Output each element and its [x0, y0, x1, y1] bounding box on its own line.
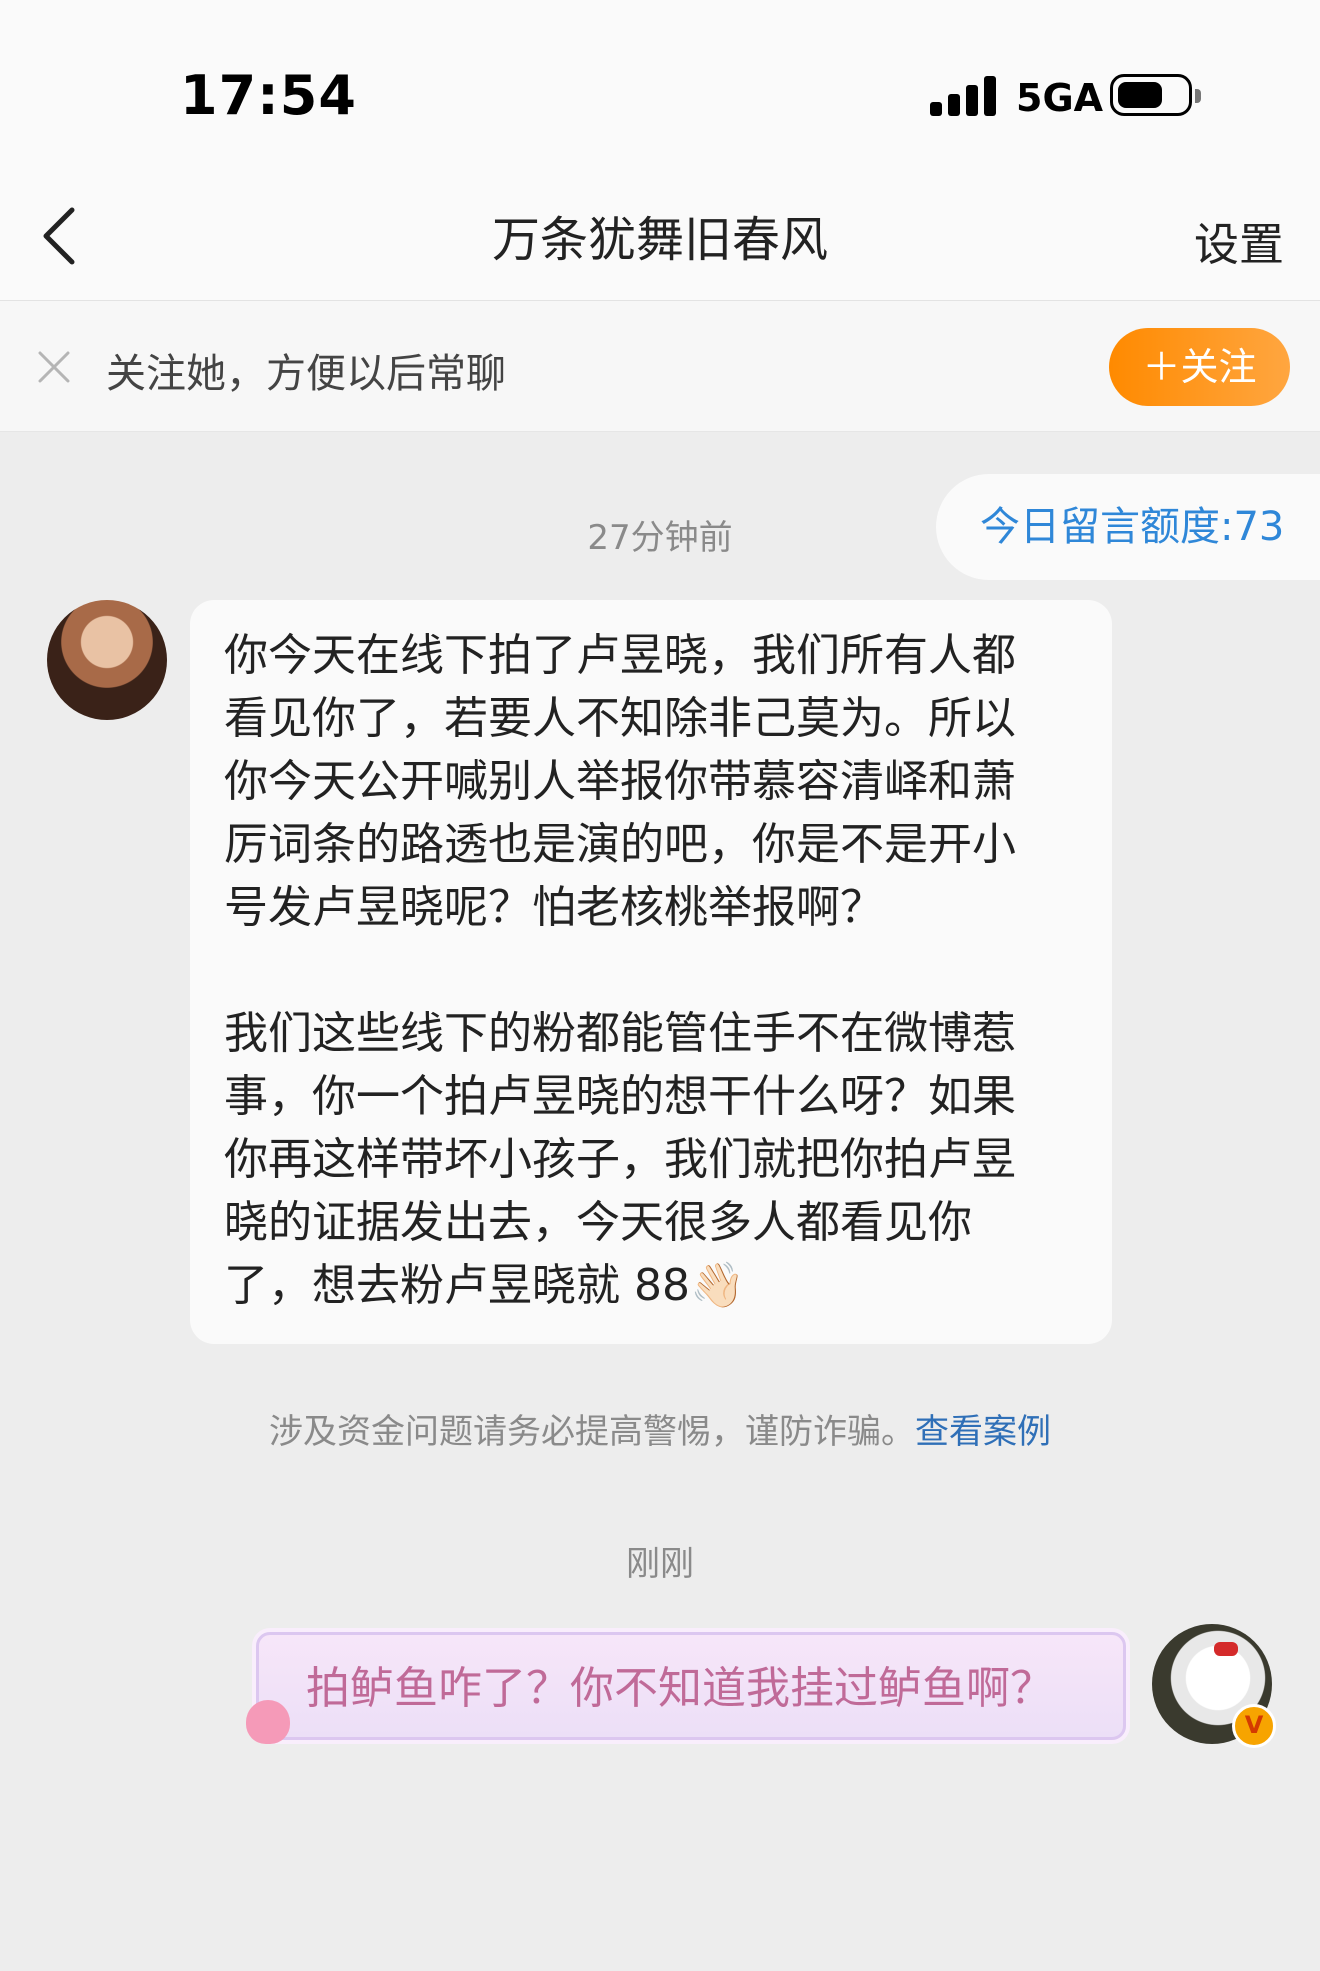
nav-bar: 万条犹舞旧春风 设置: [0, 170, 1320, 301]
message-line: 看见你了，若要人不知除非己莫为。所以: [224, 693, 1016, 744]
message-line: 你今天在线下拍了卢昱晓，我们所有人都: [224, 630, 1016, 681]
waving-hand-emoji: 👋🏻: [689, 1260, 745, 1311]
outgoing-message-text: 拍鲈鱼咋了？你不知道我挂过鲈鱼啊？: [306, 1663, 1054, 1714]
message-line-text: 了，想去粉卢昱晓就 88: [224, 1260, 690, 1311]
battery-icon: [1110, 74, 1201, 116]
fraud-warning-text: 涉及资金问题请务必提高警惕，谨防诈骗。: [269, 1412, 915, 1452]
bow-icon: [1214, 1642, 1238, 1656]
follow-banner: 关注她，方便以后常聊 ＋关注: [0, 301, 1320, 432]
message-line: 晓的证据发出去，今天很多人都看见你: [224, 1197, 972, 1248]
message-line: 厉词条的路透也是演的吧，你是不是开小: [224, 819, 1016, 870]
incoming-message-bubble: 你今天在线下拍了卢昱晓，我们所有人都 看见你了，若要人不知除非己莫为。所以 你今…: [190, 600, 1112, 1344]
fraud-warning: 涉及资金问题请务必提高警惕，谨防诈骗。查看案例: [0, 1404, 1320, 1453]
view-cases-link[interactable]: 查看案例: [915, 1412, 1051, 1452]
conversation-title: 万条犹舞旧春风: [491, 212, 828, 268]
follow-prompt-text: 关注她，方便以后常聊: [106, 351, 506, 397]
follow-button[interactable]: ＋关注: [1109, 328, 1290, 406]
close-icon[interactable]: [36, 349, 72, 385]
message-line: 你再这样带坏小孩子，我们就把你拍卢昱: [224, 1134, 1016, 1185]
message-line: 事，你一个拍卢昱晓的想干什么呀？如果: [224, 1071, 1016, 1122]
settings-button[interactable]: 设置: [1194, 208, 1284, 273]
message-line: 你今天公开喊别人举报你带慕容清峄和萧: [224, 756, 1016, 807]
status-time: 17:54: [180, 64, 357, 127]
signal-icon: [930, 74, 998, 116]
message-timestamp: 刚刚: [626, 1544, 694, 1584]
strawberry-icon: [246, 1700, 290, 1744]
network-type: 5GA: [1016, 76, 1104, 120]
verified-badge-icon: V: [1232, 1704, 1276, 1748]
avatar[interactable]: [47, 600, 167, 720]
message-line: 我们这些线下的粉都能管住手不在微博惹: [224, 1008, 1016, 1059]
message-timestamp: 27分钟前: [587, 518, 733, 558]
message-line: 了，想去粉卢昱晓就 88👋🏻: [224, 1254, 1082, 1317]
message-line: 号发卢昱晓呢？怕老核桃举报啊？: [224, 882, 884, 933]
outgoing-message-bubble: 拍鲈鱼咋了？你不知道我挂过鲈鱼啊？: [246, 1622, 1136, 1750]
status-bar: 17:54 5GA: [0, 0, 1320, 170]
